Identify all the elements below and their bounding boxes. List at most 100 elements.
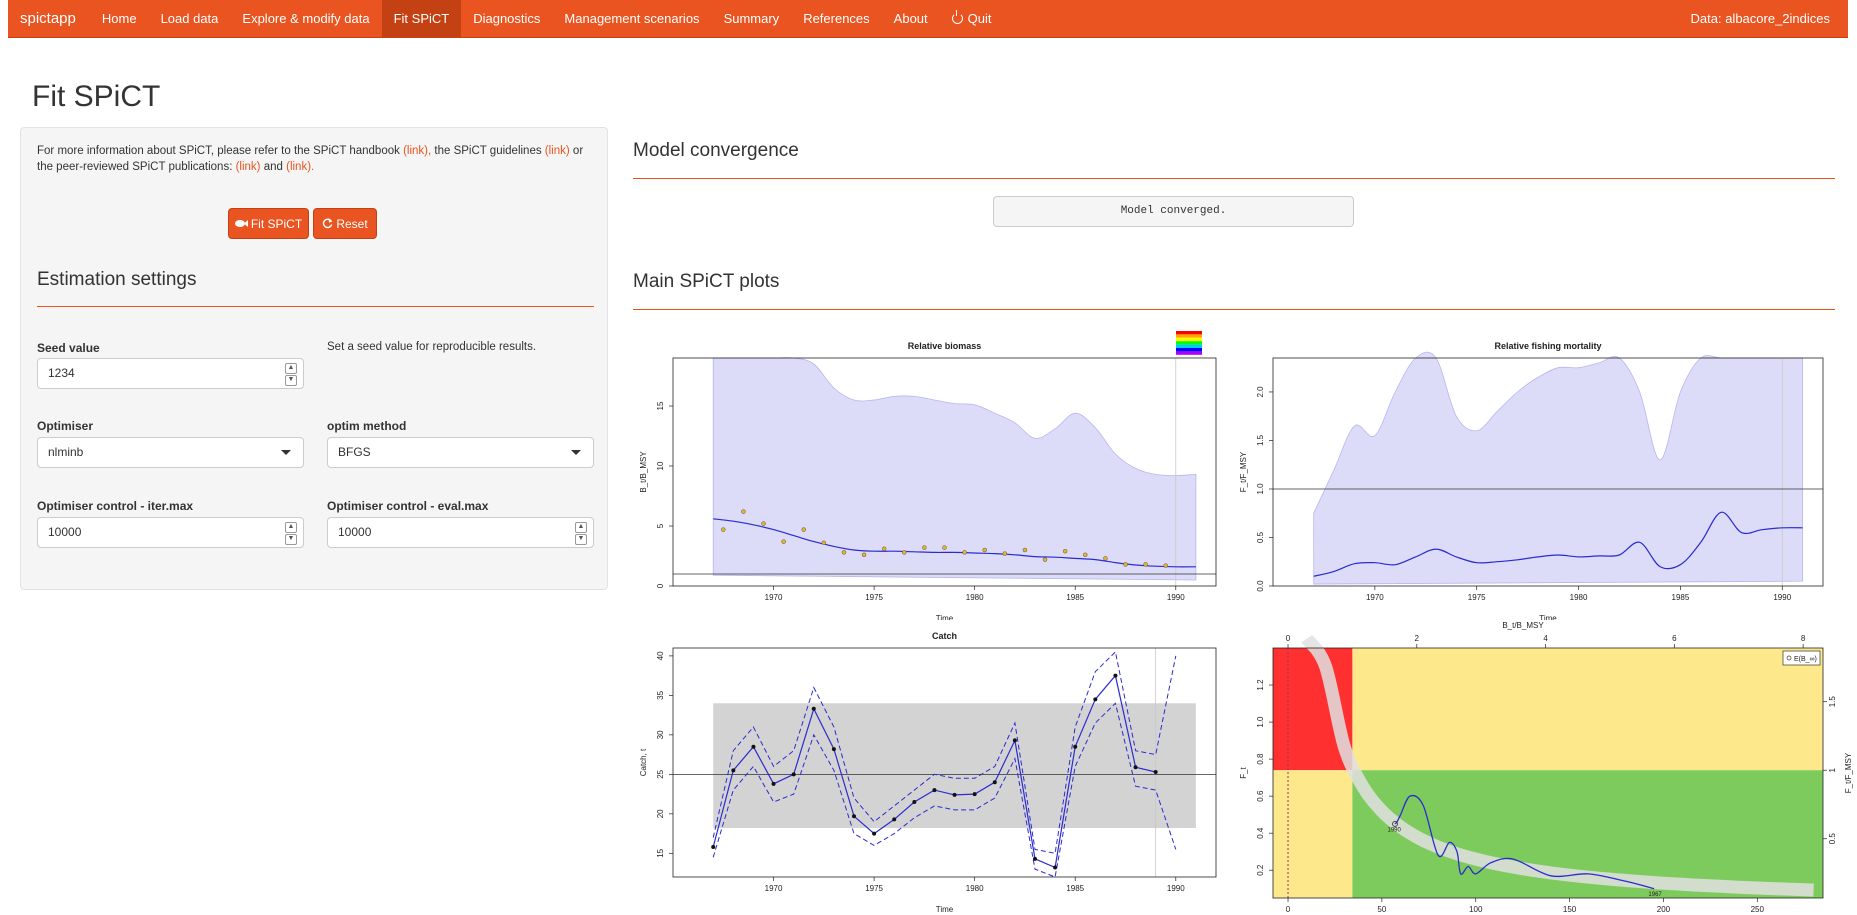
x-tick-label: 200: [1657, 905, 1671, 914]
stepper-up-icon[interactable]: ▲: [285, 363, 297, 374]
nav-summary[interactable]: Summary: [712, 0, 792, 37]
iter-max-label: Optimiser control - iter.max: [37, 499, 194, 513]
reset-button[interactable]: Reset: [313, 208, 377, 239]
publication-link-1[interactable]: (link): [236, 161, 261, 173]
x-tick-label: 1990: [1773, 593, 1791, 602]
eval-max-label: Optimiser control - eval.max: [327, 499, 489, 513]
catch-point: [751, 744, 756, 749]
spict-guidelines-link[interactable]: (link): [545, 145, 570, 157]
index-observation-point: [721, 527, 726, 532]
right-axis-label: F_t/F_MSY: [1844, 752, 1853, 793]
stepper-down-icon[interactable]: ▼: [575, 534, 587, 545]
color-legend-swatch: [1176, 341, 1202, 345]
seed-stepper[interactable]: ▲ ▼: [285, 363, 297, 386]
catch-point: [731, 768, 736, 773]
y-tick-label: 0.2: [1256, 864, 1265, 876]
nav-about[interactable]: About: [882, 0, 940, 37]
x-tick-label: 0: [1286, 905, 1291, 914]
seed-help-text: Set a seed value for reproducible result…: [327, 341, 537, 353]
x-tick-label: 1980: [966, 884, 984, 893]
y-tick-label: 10: [656, 461, 665, 470]
kobe-phase-plot: 1990 1967 0 50 100 150 200 250 0.2 0.4 0.6 0.8 1.0 1.…: [1239, 621, 1853, 914]
y-tick-label: 5: [656, 523, 665, 528]
stepper-down-icon[interactable]: ▼: [285, 375, 297, 386]
catch-point: [1113, 673, 1118, 678]
confidence-band: [712, 357, 1197, 581]
catch-point: [1073, 744, 1078, 749]
catch-point: [952, 792, 957, 797]
seed-input[interactable]: 1234 ▲ ▼: [37, 358, 304, 389]
x-tick-label: 1980: [966, 593, 984, 602]
optim-method-select[interactable]: BFGS: [327, 437, 594, 468]
nav-fit-spict[interactable]: Fit SPiCT: [381, 0, 462, 37]
catch-point: [1093, 697, 1098, 702]
nav-load-data[interactable]: Load data: [149, 0, 231, 37]
catch-point: [1012, 738, 1017, 743]
confidence-band: [1313, 351, 1804, 585]
catch-point: [791, 772, 796, 777]
optimiser-select[interactable]: nlminb: [37, 437, 304, 468]
plot-title: Catch: [932, 631, 957, 641]
info-text-part: the SPiCT guidelines: [434, 145, 542, 157]
optimiser-select-value: nlminb: [48, 445, 84, 459]
y-tick-label: 0: [656, 583, 665, 588]
nav-management-scenarios[interactable]: Management scenarios: [552, 0, 711, 37]
nav-explore-modify-data[interactable]: Explore & modify data: [230, 0, 381, 37]
index-observation-point: [741, 509, 746, 514]
divider: [633, 309, 1835, 310]
index-observation-point: [781, 539, 786, 544]
optim-method-select-value: BFGS: [338, 445, 371, 459]
catch-point: [1153, 769, 1158, 774]
color-legend-swatch: [1176, 331, 1202, 335]
color-legend-swatch: [1176, 348, 1202, 352]
spict-handbook-link[interactable]: (link),: [403, 145, 431, 157]
divider: [37, 306, 594, 307]
power-icon: [951, 10, 963, 24]
legend-label: E(B_∞): [1794, 656, 1817, 663]
nav-diagnostics[interactable]: Diagnostics: [461, 0, 552, 37]
nav-quit[interactable]: Quit: [940, 0, 1004, 37]
eval-max-input[interactable]: 10000 ▲ ▼: [327, 517, 594, 548]
index-observation-point: [861, 552, 867, 558]
y-tick-label: 30: [656, 730, 665, 739]
y-tick-label: 0.0: [1256, 580, 1265, 592]
y-tick-label: 20: [656, 809, 665, 818]
y-tick-label: 15: [656, 848, 665, 857]
eval-max-stepper[interactable]: ▲ ▼: [575, 522, 587, 545]
y-axis-label: F_t/F_MSY: [1239, 451, 1248, 492]
nav-references[interactable]: References: [791, 0, 881, 37]
x-tick-label: 1975: [865, 593, 883, 602]
iter-max-value: 10000: [48, 525, 82, 539]
catch-point: [711, 844, 716, 849]
iter-max-input[interactable]: 10000 ▲ ▼: [37, 517, 304, 548]
info-text-part: For more information about SPiCT, please…: [37, 145, 400, 157]
top-tick-label: 8: [1801, 634, 1806, 643]
stepper-up-icon[interactable]: ▲: [575, 522, 587, 533]
right-tick-label: 0.5: [1828, 833, 1837, 845]
stepper-down-icon[interactable]: ▼: [285, 534, 297, 545]
index-observation-point: [1123, 562, 1128, 567]
iter-max-stepper[interactable]: ▲ ▼: [285, 522, 297, 545]
trajectory-label-start: 1967: [1648, 892, 1662, 898]
stepper-up-icon[interactable]: ▲: [285, 522, 297, 533]
nav-home[interactable]: Home: [90, 0, 149, 37]
catch-point: [1033, 856, 1037, 861]
index-observation-point: [761, 521, 766, 526]
nav-quit-label: Quit: [967, 11, 992, 26]
x-tick-label: 1985: [1066, 884, 1084, 893]
right-tick-label: 1: [1828, 767, 1837, 772]
y-tick-label: 15: [656, 401, 665, 410]
x-tick-label: 1985: [1672, 593, 1690, 602]
y-tick-label: 0.8: [1256, 753, 1265, 765]
plot-title: Relative fishing mortality: [1494, 341, 1601, 351]
catch-point: [852, 814, 856, 819]
brand-link[interactable]: spictapp: [8, 10, 90, 27]
x-tick-label: 1970: [765, 884, 783, 893]
index-observation-point: [902, 550, 907, 555]
index-observation-point: [942, 545, 947, 550]
index-observation-point: [962, 550, 967, 555]
publication-link-2[interactable]: (link).: [286, 161, 314, 173]
catch-point: [771, 781, 776, 786]
x-axis-label: Time: [936, 614, 954, 620]
fit-spict-button[interactable]: Fit SPiCT: [228, 208, 309, 239]
